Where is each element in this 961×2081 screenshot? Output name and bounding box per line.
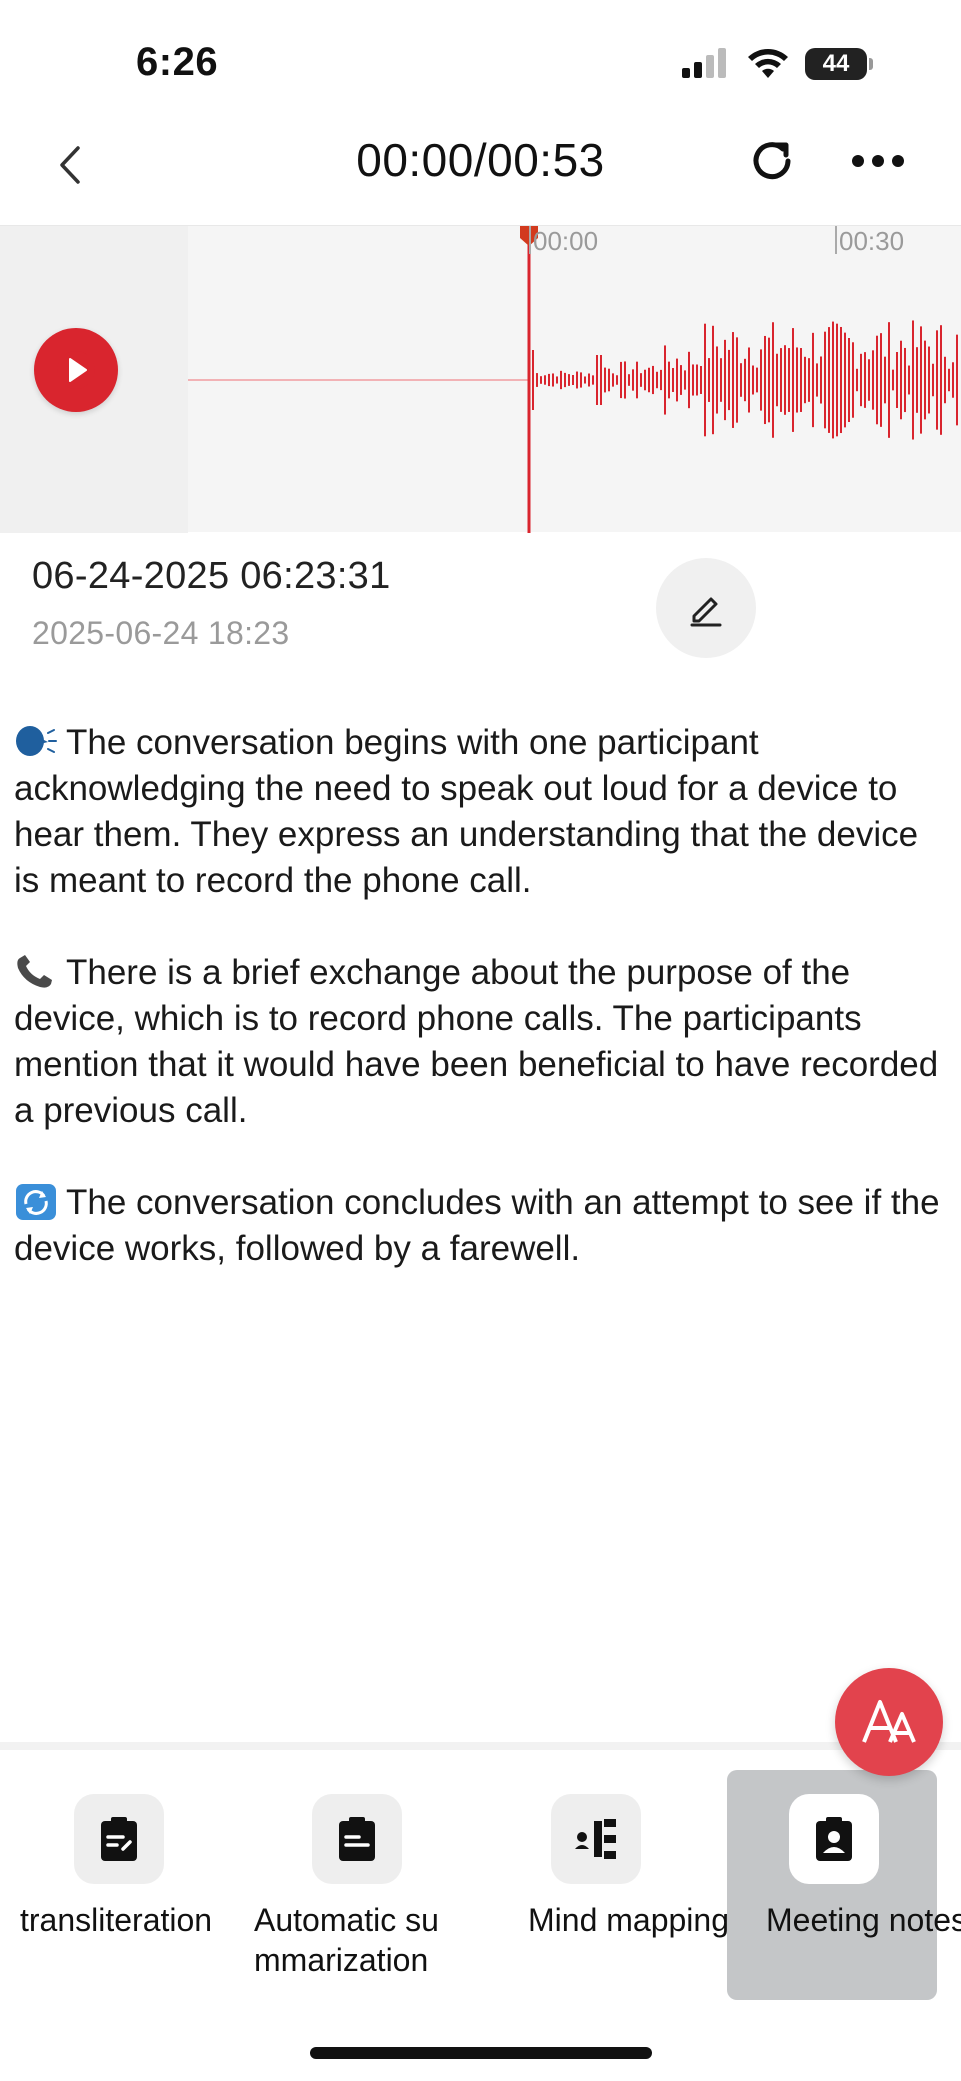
tool-label: transliteration bbox=[20, 1902, 213, 1938]
play-button[interactable] bbox=[34, 328, 118, 412]
more-options-button[interactable] bbox=[846, 131, 910, 191]
repeat-arrows-emoji bbox=[16, 1184, 56, 1220]
recording-created: 2025-06-24 18:23 bbox=[32, 615, 290, 651]
pencil-icon bbox=[690, 597, 722, 627]
tool-mind-mapping[interactable]: Mind mapping bbox=[518, 1770, 729, 2000]
summary-text: The conversation begins with one partici… bbox=[14, 720, 944, 1318]
tick-label-1: 00:30 bbox=[839, 226, 905, 256]
recording-title: 06-24-2025 06:23:31 bbox=[32, 555, 391, 597]
tool-icon-box bbox=[789, 1794, 879, 1884]
tool-label: Meeting notes bbox=[766, 1902, 961, 1938]
mind-map-icon bbox=[575, 1819, 616, 1859]
font-size-icon bbox=[862, 1700, 916, 1743]
home-indicator[interactable] bbox=[310, 2047, 652, 2059]
waveform-bars bbox=[532, 320, 958, 440]
battery-icon: 44 bbox=[805, 48, 873, 80]
battery-level: 44 bbox=[805, 48, 867, 80]
edit-title-button[interactable] bbox=[656, 558, 756, 658]
refresh-icon bbox=[753, 142, 791, 180]
tool-icon-box bbox=[74, 1794, 164, 1884]
telephone-receiver-emoji bbox=[17, 955, 52, 988]
waveform[interactable] bbox=[0, 226, 961, 533]
clipboard-edit-icon bbox=[101, 1817, 137, 1861]
tools-panel: transliteration Automatic summarization … bbox=[0, 1742, 961, 2081]
tick-label-0: 00:00 bbox=[533, 226, 599, 256]
waveform-panel[interactable]: 00:00 00:30 bbox=[0, 225, 961, 533]
signal-icon bbox=[682, 48, 726, 78]
tool-icon-box bbox=[312, 1794, 402, 1884]
nav-bar: 00:00/00:53 bbox=[0, 115, 961, 225]
summary-paragraph: The conversation concludes with an attem… bbox=[14, 1183, 940, 1268]
status-bar: 6:26 44 bbox=[0, 0, 961, 120]
refresh-button[interactable] bbox=[742, 131, 802, 191]
speaking-head-emoji bbox=[16, 726, 57, 756]
wifi-icon bbox=[748, 49, 788, 78]
clipboard-list-icon bbox=[339, 1817, 375, 1861]
tool-label: Automatic summarization bbox=[254, 1902, 439, 1978]
playback-time: 00:00/00:53 bbox=[356, 134, 605, 186]
summary-paragraph: There is a brief exchange about the purp… bbox=[14, 953, 939, 1130]
tool-transliteration[interactable]: transliteration bbox=[10, 1770, 220, 2000]
play-icon bbox=[57, 351, 95, 389]
tool-label: Mind mapping bbox=[528, 1902, 729, 1938]
tool-icon-box bbox=[551, 1794, 641, 1884]
tool-automatic-summarization[interactable]: Automatic summarization bbox=[244, 1770, 454, 2000]
summary-paragraph: The conversation begins with one partici… bbox=[14, 723, 919, 900]
status-time: 6:26 bbox=[136, 40, 219, 84]
font-size-button[interactable] bbox=[835, 1668, 943, 1776]
more-dots-icon bbox=[852, 155, 864, 167]
clipboard-user-icon bbox=[816, 1817, 852, 1861]
tool-meeting-notes[interactable]: Meeting notes bbox=[727, 1770, 961, 2000]
